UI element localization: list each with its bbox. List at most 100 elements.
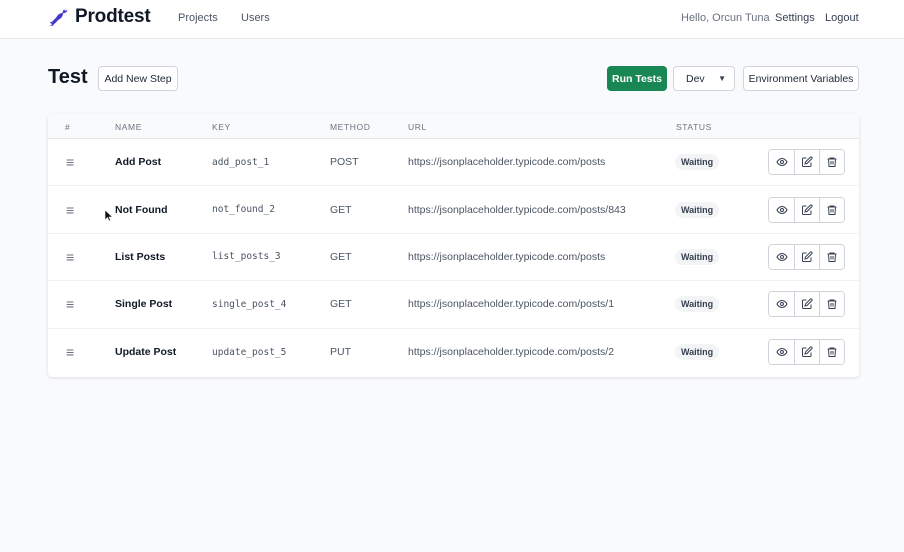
action-button-group [768,291,845,318]
brand[interactable]: Prodtest [48,6,151,28]
step-url: https://jsonplaceholder.typicode.com/pos… [408,298,615,311]
view-button[interactable] [769,292,794,317]
drag-handle-icon[interactable]: ≡ [66,329,74,376]
edit-icon [801,298,813,310]
navbar: Prodtest Projects Users Hello, Orcun Tun… [0,0,904,39]
drag-handle-icon[interactable]: ≡ [66,139,74,185]
edit-button[interactable] [794,197,819,222]
trash-icon [826,298,838,310]
row-actions [768,139,845,185]
step-key: update_post_5 [212,346,287,358]
drag-handle-icon[interactable]: ≡ [66,234,74,280]
nav-link-users[interactable]: Users [241,12,270,24]
row-actions [768,234,845,280]
action-button-group [768,243,845,270]
steps-table: # NAME KEY METHOD URL STATUS ≡ Add Post ad… [48,114,859,377]
chevron-down-icon: ▼ [718,74,726,83]
environment-selected-value: Dev [686,72,705,85]
step-key: single_post_4 [212,298,287,310]
header-key: KEY [212,122,231,132]
delete-button[interactable] [819,197,844,222]
delete-button[interactable] [819,340,844,365]
row-actions [768,281,845,327]
step-method: POST [330,156,359,169]
page-title: Test [48,66,88,88]
view-button[interactable] [769,150,794,175]
step-method: GET [330,298,352,311]
row-actions [768,186,845,232]
mouse-cursor-icon [105,210,113,222]
action-button-group [768,196,845,223]
eye-icon [775,298,788,310]
nav-link-settings[interactable]: Settings [775,12,815,24]
status-cell: Waiting [675,281,720,327]
nav-link-projects[interactable]: Projects [178,12,218,24]
delete-button[interactable] [819,292,844,317]
step-url: https://jsonplaceholder.typicode.com/pos… [408,156,606,169]
status-cell: Waiting [675,329,720,376]
brand-name: Prodtest [75,6,151,27]
edit-button[interactable] [794,244,819,269]
view-button[interactable] [769,244,794,269]
table-row: ≡ Single Post single_post_4 GET https://json… [48,281,859,329]
edit-button[interactable] [794,150,819,175]
header-status: STATUS [676,122,712,132]
nav-link-logout[interactable]: Logout [825,12,859,24]
step-key: not_found_2 [212,204,275,216]
eye-icon [775,204,788,216]
table-header: # NAME KEY METHOD URL STATUS [48,114,859,139]
status-badge: Waiting [675,296,720,313]
edit-icon [801,204,813,216]
add-new-step-button[interactable]: Add New Step [98,66,178,91]
environment-select[interactable]: Dev ▼ [673,66,735,91]
step-method: PUT [330,346,351,359]
step-name: List Posts [115,250,166,263]
status-cell: Waiting [675,139,720,185]
status-badge: Waiting [675,248,720,265]
step-url: https://jsonplaceholder.typicode.com/pos… [408,346,615,359]
eye-icon [775,346,788,358]
drag-handle-icon[interactable]: ≡ [66,281,74,327]
header-index: # [65,122,71,132]
table-row: ≡ Not Found not_found_2 GET https://jsonplac… [48,186,859,234]
run-tests-button[interactable]: Run Tests [607,66,667,91]
edit-icon [801,156,813,168]
step-key: add_post_1 [212,156,270,168]
step-name: Add Post [115,156,162,169]
step-name: Update Post [115,346,177,359]
status-cell: Waiting [675,186,720,232]
edit-button[interactable] [794,292,819,317]
eye-icon [775,251,788,263]
step-url: https://jsonplaceholder.typicode.com/pos… [408,250,606,263]
edit-button[interactable] [794,340,819,365]
status-badge: Waiting [675,154,720,171]
view-button[interactable] [769,340,794,365]
step-name: Not Found [115,203,168,216]
step-method: GET [330,203,352,216]
edit-icon [801,346,813,358]
step-url: https://jsonplaceholder.typicode.com/pos… [408,203,626,216]
header-name: NAME [115,122,142,132]
delete-button[interactable] [819,150,844,175]
trash-icon [826,156,838,168]
step-method: GET [330,250,352,263]
drag-handle-icon[interactable]: ≡ [66,186,74,232]
environment-variables-button[interactable]: Environment Variables [743,66,859,91]
view-button[interactable] [769,197,794,222]
step-key: list_posts_3 [212,251,281,263]
trash-icon [826,204,838,216]
row-actions [768,329,845,376]
trash-icon [826,346,838,358]
status-badge: Waiting [675,201,720,218]
status-badge: Waiting [675,344,720,361]
step-name: Single Post [115,298,173,311]
action-button-group [768,339,845,366]
table-row: ≡ Update Post update_post_5 PUT https://json… [48,329,859,376]
eye-icon [775,156,788,168]
status-cell: Waiting [675,234,720,280]
edit-icon [801,251,813,263]
wrench-logo-icon [49,8,68,27]
delete-button[interactable] [819,244,844,269]
header-method: METHOD [330,122,371,132]
table-row: ≡ List Posts list_posts_3 GET https://jsonpl… [48,234,859,282]
